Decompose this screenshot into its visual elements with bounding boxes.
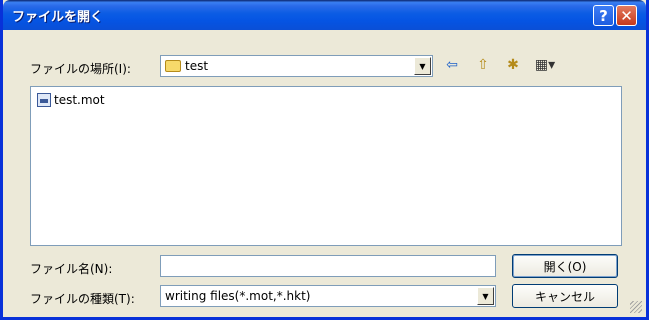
back-arrow-icon[interactable]: ⇦ — [442, 56, 462, 74]
location-value: test — [185, 59, 209, 73]
file-list[interactable]: test.mot — [30, 86, 622, 246]
up-folder-icon[interactable]: ⇧ — [473, 56, 493, 74]
filename-input[interactable] — [160, 255, 496, 277]
document-icon — [37, 93, 51, 107]
list-item[interactable]: test.mot — [37, 93, 105, 107]
location-combobox[interactable]: test ▼ — [160, 55, 433, 77]
open-file-dialog: ファイルを開く ? ✕ ファイルの場所(I): test ▼ ⇦ ⇧ ✱ ▦▾ … — [0, 0, 649, 320]
help-icon: ? — [599, 6, 608, 25]
chevron-down-icon: ▼ — [482, 291, 489, 301]
location-label: ファイルの場所(I): — [30, 62, 131, 76]
help-button[interactable]: ? — [593, 5, 614, 26]
open-button[interactable]: 開く(O) — [512, 254, 618, 278]
location-dropdown-button[interactable]: ▼ — [414, 57, 431, 75]
title-bar[interactable]: ファイルを開く ? ✕ — [3, 0, 646, 30]
cancel-button[interactable]: キャンセル — [512, 284, 618, 308]
close-button[interactable]: ✕ — [616, 5, 637, 26]
dialog-title: ファイルを開く — [12, 10, 104, 25]
filetype-combobox[interactable]: writing files(*.mot,*.hkt) ▼ — [160, 285, 496, 307]
close-icon: ✕ — [620, 6, 633, 25]
new-folder-icon[interactable]: ✱ — [503, 56, 523, 74]
filename-label: ファイル名(N): — [30, 262, 113, 276]
filetype-value: writing files(*.mot,*.hkt) — [165, 289, 311, 303]
filetype-dropdown-button[interactable]: ▼ — [477, 287, 494, 305]
chevron-down-icon: ▼ — [419, 61, 426, 71]
resize-grip-icon[interactable] — [630, 301, 642, 313]
view-menu-icon[interactable]: ▦▾ — [531, 56, 559, 74]
folder-icon — [165, 60, 181, 72]
file-name: test.mot — [54, 93, 105, 107]
filetype-label: ファイルの種類(T): — [30, 292, 135, 306]
